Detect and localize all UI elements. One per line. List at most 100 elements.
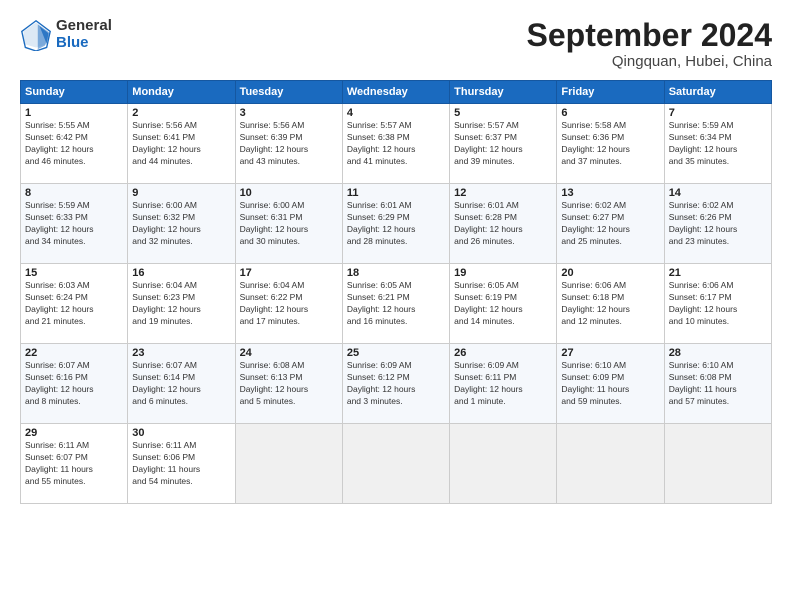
calendar-cell [450,424,557,504]
calendar-cell [342,424,449,504]
location-title: Qingquan, Hubei, China [527,53,772,70]
calendar-cell: 20Sunrise: 6:06 AM Sunset: 6:18 PM Dayli… [557,264,664,344]
calendar-cell: 14Sunrise: 6:02 AM Sunset: 6:26 PM Dayli… [664,184,771,264]
day-info: Sunrise: 6:08 AM Sunset: 6:13 PM Dayligh… [240,360,338,408]
day-number: 19 [454,267,552,279]
calendar-cell [664,424,771,504]
day-number: 29 [25,427,123,439]
calendar-cell: 8Sunrise: 5:59 AM Sunset: 6:33 PM Daylig… [21,184,128,264]
calendar-cell: 16Sunrise: 6:04 AM Sunset: 6:23 PM Dayli… [128,264,235,344]
calendar-cell: 10Sunrise: 6:00 AM Sunset: 6:31 PM Dayli… [235,184,342,264]
calendar-cell: 7Sunrise: 5:59 AM Sunset: 6:34 PM Daylig… [664,104,771,184]
day-number: 23 [132,347,230,359]
day-info: Sunrise: 6:03 AM Sunset: 6:24 PM Dayligh… [25,280,123,328]
day-info: Sunrise: 5:59 AM Sunset: 6:34 PM Dayligh… [669,120,767,168]
day-number: 16 [132,267,230,279]
weekday-header-thursday: Thursday [450,81,557,104]
day-number: 30 [132,427,230,439]
calendar-cell: 15Sunrise: 6:03 AM Sunset: 6:24 PM Dayli… [21,264,128,344]
calendar-header: SundayMondayTuesdayWednesdayThursdayFrid… [21,81,772,104]
day-info: Sunrise: 5:57 AM Sunset: 6:38 PM Dayligh… [347,120,445,168]
day-number: 14 [669,187,767,199]
calendar-cell: 30Sunrise: 6:11 AM Sunset: 6:06 PM Dayli… [128,424,235,504]
logo: General Blue [20,18,112,51]
day-info: Sunrise: 6:11 AM Sunset: 6:07 PM Dayligh… [25,440,123,488]
day-info: Sunrise: 6:02 AM Sunset: 6:27 PM Dayligh… [561,200,659,248]
day-info: Sunrise: 6:04 AM Sunset: 6:22 PM Dayligh… [240,280,338,328]
day-info: Sunrise: 6:00 AM Sunset: 6:32 PM Dayligh… [132,200,230,248]
day-number: 15 [25,267,123,279]
calendar: SundayMondayTuesdayWednesdayThursdayFrid… [20,80,772,504]
calendar-cell: 17Sunrise: 6:04 AM Sunset: 6:22 PM Dayli… [235,264,342,344]
day-number: 6 [561,107,659,119]
logo-blue: Blue [56,34,89,51]
day-info: Sunrise: 6:05 AM Sunset: 6:19 PM Dayligh… [454,280,552,328]
weekday-header-wednesday: Wednesday [342,81,449,104]
day-number: 3 [240,107,338,119]
logo-icon [20,19,52,51]
calendar-cell: 12Sunrise: 6:01 AM Sunset: 6:28 PM Dayli… [450,184,557,264]
weekday-header-monday: Monday [128,81,235,104]
day-number: 9 [132,187,230,199]
day-info: Sunrise: 6:07 AM Sunset: 6:14 PM Dayligh… [132,360,230,408]
day-info: Sunrise: 6:11 AM Sunset: 6:06 PM Dayligh… [132,440,230,488]
day-info: Sunrise: 5:57 AM Sunset: 6:37 PM Dayligh… [454,120,552,168]
day-number: 17 [240,267,338,279]
day-number: 1 [25,107,123,119]
page-header: General Blue September 2024 Qingquan, Hu… [20,18,772,70]
day-info: Sunrise: 6:02 AM Sunset: 6:26 PM Dayligh… [669,200,767,248]
day-info: Sunrise: 6:00 AM Sunset: 6:31 PM Dayligh… [240,200,338,248]
month-title: September 2024 [527,18,772,53]
weekday-header-friday: Friday [557,81,664,104]
weekday-header-tuesday: Tuesday [235,81,342,104]
day-number: 2 [132,107,230,119]
day-number: 22 [25,347,123,359]
day-info: Sunrise: 5:56 AM Sunset: 6:39 PM Dayligh… [240,120,338,168]
calendar-cell: 29Sunrise: 6:11 AM Sunset: 6:07 PM Dayli… [21,424,128,504]
day-number: 10 [240,187,338,199]
calendar-cell: 22Sunrise: 6:07 AM Sunset: 6:16 PM Dayli… [21,344,128,424]
day-info: Sunrise: 5:55 AM Sunset: 6:42 PM Dayligh… [25,120,123,168]
calendar-cell: 27Sunrise: 6:10 AM Sunset: 6:09 PM Dayli… [557,344,664,424]
day-number: 20 [561,267,659,279]
day-number: 11 [347,187,445,199]
day-info: Sunrise: 6:10 AM Sunset: 6:08 PM Dayligh… [669,360,767,408]
calendar-cell: 19Sunrise: 6:05 AM Sunset: 6:19 PM Dayli… [450,264,557,344]
day-info: Sunrise: 5:56 AM Sunset: 6:41 PM Dayligh… [132,120,230,168]
day-number: 27 [561,347,659,359]
calendar-cell: 21Sunrise: 6:06 AM Sunset: 6:17 PM Dayli… [664,264,771,344]
calendar-cell [235,424,342,504]
day-info: Sunrise: 6:10 AM Sunset: 6:09 PM Dayligh… [561,360,659,408]
calendar-cell: 1Sunrise: 5:55 AM Sunset: 6:42 PM Daylig… [21,104,128,184]
day-number: 18 [347,267,445,279]
day-info: Sunrise: 5:58 AM Sunset: 6:36 PM Dayligh… [561,120,659,168]
calendar-cell: 2Sunrise: 5:56 AM Sunset: 6:41 PM Daylig… [128,104,235,184]
day-info: Sunrise: 6:06 AM Sunset: 6:17 PM Dayligh… [669,280,767,328]
day-info: Sunrise: 6:01 AM Sunset: 6:29 PM Dayligh… [347,200,445,248]
calendar-cell: 25Sunrise: 6:09 AM Sunset: 6:12 PM Dayli… [342,344,449,424]
calendar-cell: 5Sunrise: 5:57 AM Sunset: 6:37 PM Daylig… [450,104,557,184]
day-number: 13 [561,187,659,199]
calendar-cell: 6Sunrise: 5:58 AM Sunset: 6:36 PM Daylig… [557,104,664,184]
day-info: Sunrise: 6:09 AM Sunset: 6:12 PM Dayligh… [347,360,445,408]
calendar-cell: 24Sunrise: 6:08 AM Sunset: 6:13 PM Dayli… [235,344,342,424]
day-number: 12 [454,187,552,199]
day-number: 4 [347,107,445,119]
day-info: Sunrise: 6:06 AM Sunset: 6:18 PM Dayligh… [561,280,659,328]
day-info: Sunrise: 5:59 AM Sunset: 6:33 PM Dayligh… [25,200,123,248]
calendar-cell: 3Sunrise: 5:56 AM Sunset: 6:39 PM Daylig… [235,104,342,184]
day-number: 28 [669,347,767,359]
calendar-cell: 26Sunrise: 6:09 AM Sunset: 6:11 PM Dayli… [450,344,557,424]
calendar-cell: 28Sunrise: 6:10 AM Sunset: 6:08 PM Dayli… [664,344,771,424]
day-number: 25 [347,347,445,359]
day-number: 7 [669,107,767,119]
logo-text: General Blue [56,18,112,51]
weekday-header-sunday: Sunday [21,81,128,104]
day-number: 24 [240,347,338,359]
calendar-cell [557,424,664,504]
title-block: September 2024 Qingquan, Hubei, China [527,18,772,70]
day-number: 5 [454,107,552,119]
day-number: 8 [25,187,123,199]
calendar-cell: 11Sunrise: 6:01 AM Sunset: 6:29 PM Dayli… [342,184,449,264]
day-info: Sunrise: 6:05 AM Sunset: 6:21 PM Dayligh… [347,280,445,328]
